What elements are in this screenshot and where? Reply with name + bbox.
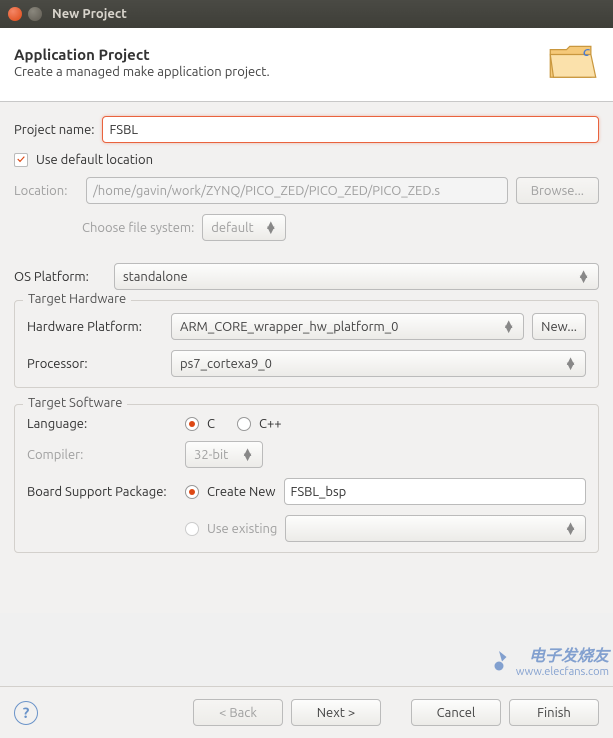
language-label: Language: <box>27 417 177 431</box>
project-name-input[interactable] <box>102 116 599 143</box>
location-input <box>86 177 508 204</box>
os-platform-select[interactable]: standalone ▲▼ <box>114 263 599 290</box>
location-label: Location: <box>14 184 78 198</box>
processor-label: Processor: <box>27 357 163 371</box>
bsp-use-existing-radio <box>185 522 199 536</box>
finish-button[interactable]: Finish <box>509 699 599 726</box>
use-default-location-checkbox[interactable] <box>14 153 28 167</box>
hardware-platform-select[interactable]: ARM_CORE_wrapper_hw_platform_0 ▲▼ <box>171 313 524 340</box>
use-default-location-label: Use default location <box>36 153 153 167</box>
watermark-logo-icon <box>484 645 514 675</box>
wizard-footer: ? < Back Next > Cancel Finish <box>0 686 613 738</box>
help-icon[interactable]: ? <box>14 701 38 725</box>
window-title: New Project <box>52 7 127 21</box>
wizard-body: Project name: Use default location Locat… <box>0 102 613 613</box>
bsp-name-input[interactable] <box>284 478 586 505</box>
spinner-icon: ▲▼ <box>502 322 515 332</box>
bsp-label: Board Support Package: <box>27 485 177 499</box>
language-c-radio[interactable] <box>185 417 199 431</box>
spinner-icon: ▲▼ <box>264 223 277 233</box>
bsp-existing-select: ▲▼ <box>285 515 586 542</box>
target-software-title: Target Software <box>23 396 127 410</box>
compiler-select: 32-bit ▲▼ <box>185 441 263 468</box>
bsp-use-existing-label: Use existing <box>207 522 277 536</box>
choose-filesystem-label: Choose file system: <box>82 221 194 235</box>
folder-c-icon: C <box>547 38 599 87</box>
window-minimize-button[interactable] <box>28 7 42 21</box>
spinner-icon: ▲▼ <box>577 272 590 282</box>
language-c-label: C <box>207 417 215 431</box>
project-name-label: Project name: <box>14 123 94 137</box>
watermark: 电子发烧友 www.elecfans.com <box>484 642 609 678</box>
language-cpp-label: C++ <box>259 417 282 431</box>
page-title: Application Project <box>14 46 270 63</box>
spinner-icon: ▲▼ <box>564 524 577 534</box>
target-hardware-title: Target Hardware <box>23 292 131 306</box>
os-platform-label: OS Platform: <box>14 270 106 284</box>
window-close-button[interactable] <box>8 7 22 21</box>
bsp-create-new-radio[interactable] <box>185 485 199 499</box>
wizard-header: Application Project Create a managed mak… <box>0 28 613 102</box>
bsp-create-new-label: Create New <box>207 485 276 499</box>
spinner-icon: ▲▼ <box>564 359 577 369</box>
hardware-platform-label: Hardware Platform: <box>27 320 163 334</box>
next-button[interactable]: Next > <box>291 699 381 726</box>
target-hardware-group: Target Hardware Hardware Platform: ARM_C… <box>14 300 599 388</box>
browse-button: Browse... <box>516 177 599 204</box>
back-button: < Back <box>193 699 283 726</box>
page-subtitle: Create a managed make application projec… <box>14 65 270 79</box>
target-software-group: Target Software Language: C C++ Compiler… <box>14 404 599 553</box>
language-cpp-radio[interactable] <box>237 417 251 431</box>
new-hw-button[interactable]: New... <box>532 313 586 340</box>
spinner-icon: ▲▼ <box>241 450 254 460</box>
window-titlebar: New Project <box>0 0 613 28</box>
filesystem-select: default ▲▼ <box>202 214 286 241</box>
processor-select[interactable]: ps7_cortexa9_0 ▲▼ <box>171 350 586 377</box>
compiler-label: Compiler: <box>27 448 177 462</box>
cancel-button[interactable]: Cancel <box>411 699 501 726</box>
